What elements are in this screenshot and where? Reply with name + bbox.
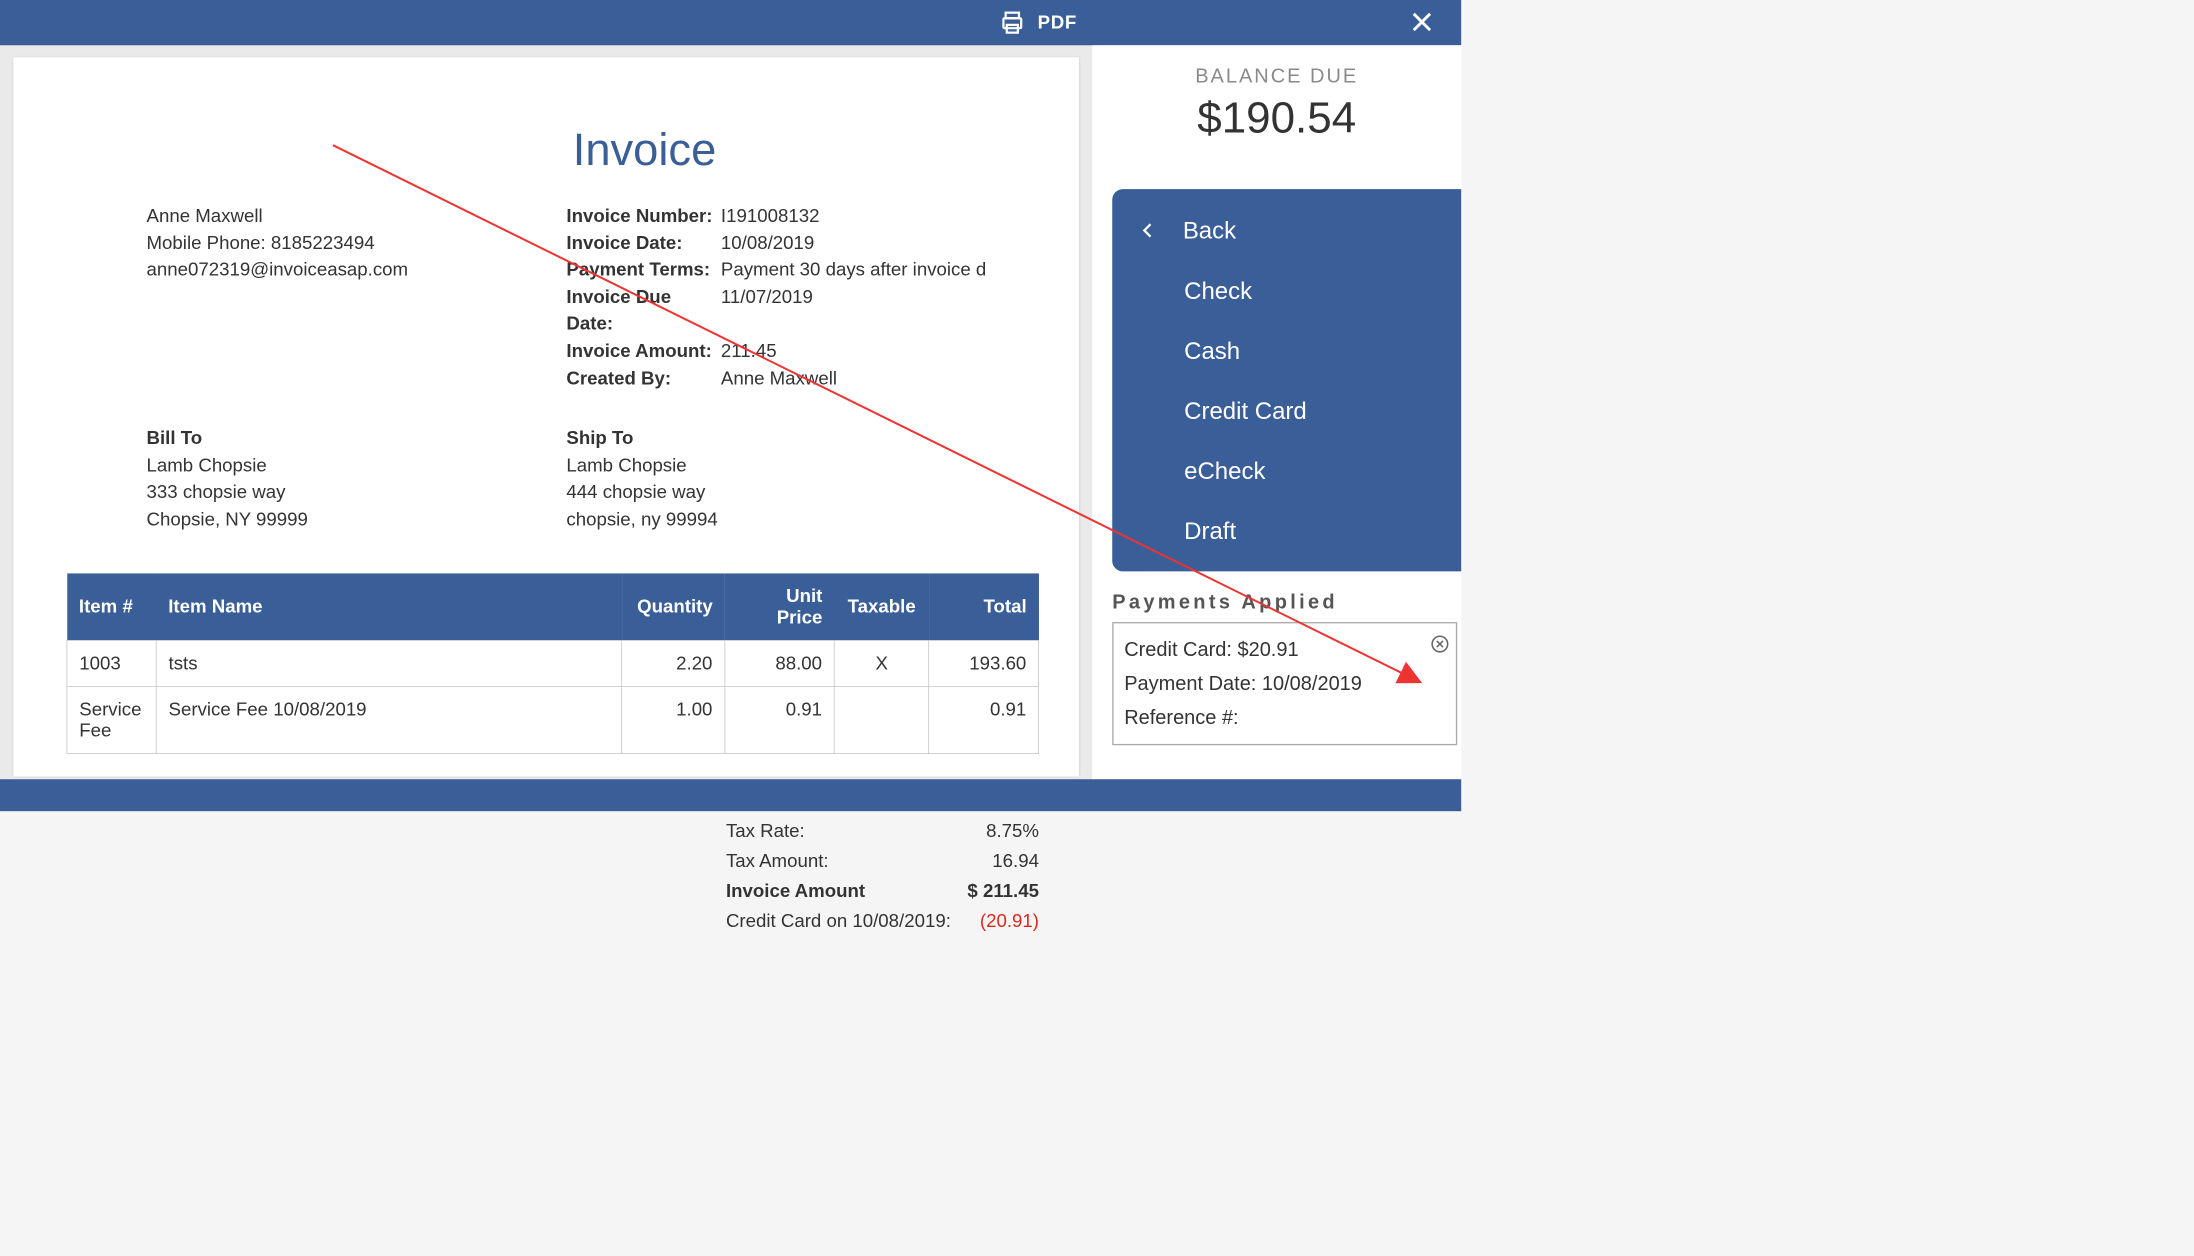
cell-quantity: 2.20 xyxy=(622,640,725,686)
menu-item-echeck[interactable]: eCheck xyxy=(1112,441,1461,501)
ship-to-title: Ship To xyxy=(566,425,1025,452)
tax-amount-label: Tax Amount: xyxy=(726,847,829,877)
meta-label: Invoice Date: xyxy=(566,229,721,256)
cell-item-no: Service Fee xyxy=(67,686,156,753)
bottom-bar xyxy=(0,779,1461,811)
cell-total: 0.91 xyxy=(929,686,1039,753)
cell-taxable xyxy=(834,686,929,753)
pdf-label: PDF xyxy=(1038,12,1077,33)
payment-line-value: (20.91) xyxy=(980,906,1039,936)
table-header-row: Item # Item Name Quantity Unit Price Tax… xyxy=(67,573,1039,640)
cell-item-name: tsts xyxy=(156,640,622,686)
close-button[interactable] xyxy=(1408,8,1436,39)
col-unit-price: Unit Price xyxy=(725,573,835,640)
pdf-button[interactable]: PDF xyxy=(999,9,1077,36)
col-total: Total xyxy=(929,573,1039,640)
invoice-meta-block: Invoice Number:I191008132 Invoice Date:1… xyxy=(566,202,1025,391)
col-item-no: Item # xyxy=(67,573,156,640)
tax-rate-label: Tax Rate: xyxy=(726,817,805,847)
payment-reference-line: Reference #: xyxy=(1124,701,1445,735)
invoice-date: 10/08/2019 xyxy=(721,229,1026,256)
table-row: 1003 tsts 2.20 88.00 X 193.60 xyxy=(67,640,1039,686)
created-by: Anne Maxwell xyxy=(721,365,1026,392)
cell-item-name: Service Fee 10/08/2019 xyxy=(156,686,622,753)
line-items-table: Item # Item Name Quantity Unit Price Tax… xyxy=(67,573,1039,753)
tax-amount-value: 16.94 xyxy=(992,847,1039,877)
delete-payment-button[interactable] xyxy=(1431,630,1450,664)
meta-label: Created By: xyxy=(566,365,721,392)
ship-to-city: chopsie, ny 99994 xyxy=(566,506,1025,533)
top-bar: PDF xyxy=(0,0,1461,45)
menu-item-credit-card[interactable]: Credit Card xyxy=(1112,381,1461,441)
cell-item-no: 1003 xyxy=(67,640,156,686)
ship-to-street: 444 chopsie way xyxy=(566,479,1025,506)
due-date: 11/07/2019 xyxy=(721,284,1026,338)
document-viewport: Invoice Anne Maxwell Mobile Phone: 81852… xyxy=(0,45,1092,779)
meta-label: Payment Terms: xyxy=(566,257,721,284)
invoice-document: Invoice Anne Maxwell Mobile Phone: 81852… xyxy=(13,57,1079,776)
menu-item-cash[interactable]: Cash xyxy=(1112,321,1461,381)
cell-unit-price: 88.00 xyxy=(725,640,835,686)
printer-icon xyxy=(999,9,1026,36)
payment-line-label: Credit Card on 10/08/2019: xyxy=(726,906,951,936)
sender-name: Anne Maxwell xyxy=(147,202,567,229)
sidebar: BALANCE DUE $190.54 Back Check Cash Cred… xyxy=(1092,45,1461,779)
bill-to-name: Lamb Chopsie xyxy=(147,452,567,479)
col-item-name: Item Name xyxy=(156,573,622,640)
menu-back-label: Back xyxy=(1183,216,1236,244)
menu-item-draft[interactable]: Draft xyxy=(1112,501,1461,561)
sender-phone: Mobile Phone: 8185223494 xyxy=(147,229,567,256)
meta-label: Invoice Amount: xyxy=(566,338,721,365)
bill-to-block: Bill To Lamb Chopsie 333 chopsie way Cho… xyxy=(147,425,567,533)
balance-due-amount: $190.54 xyxy=(1092,92,1461,143)
menu-item-check[interactable]: Check xyxy=(1112,261,1461,321)
ship-to-block: Ship To Lamb Chopsie 444 chopsie way cho… xyxy=(566,425,1025,533)
payment-applied-card: Credit Card: $20.91 Payment Date: 10/08/… xyxy=(1112,622,1457,745)
cell-unit-price: 0.91 xyxy=(725,686,835,753)
bill-to-street: 333 chopsie way xyxy=(147,479,567,506)
menu-back-button[interactable]: Back xyxy=(1112,200,1461,261)
main-area: Invoice Anne Maxwell Mobile Phone: 81852… xyxy=(0,45,1461,779)
bill-to-city: Chopsie, NY 99999 xyxy=(147,506,567,533)
ship-to-name: Lamb Chopsie xyxy=(566,452,1025,479)
cell-total: 193.60 xyxy=(929,640,1039,686)
bill-to-title: Bill To xyxy=(147,425,567,452)
invoice-number: I191008132 xyxy=(721,202,1026,229)
tax-rate-value: 8.75% xyxy=(986,817,1039,847)
payments-applied-title: Payments Applied xyxy=(1112,591,1461,614)
col-taxable: Taxable xyxy=(834,573,929,640)
payment-date-line: Payment Date: 10/08/2019 xyxy=(1124,667,1445,701)
table-row: Service Fee Service Fee 10/08/2019 1.00 … xyxy=(67,686,1039,753)
invoice-amount: 211.45 xyxy=(721,338,1026,365)
cell-taxable: X xyxy=(834,640,929,686)
meta-label: Invoice Due Date: xyxy=(566,284,721,338)
payment-line: Credit Card: $20.91 xyxy=(1124,633,1445,667)
payment-method-menu: Back Check Cash Credit Card eCheck Draft xyxy=(1112,189,1461,571)
cell-quantity: 1.00 xyxy=(622,686,725,753)
chevron-left-icon xyxy=(1139,216,1158,245)
payment-terms: Payment 30 days after invoice d xyxy=(721,257,1026,284)
meta-label: Invoice Number: xyxy=(566,202,721,229)
balance-due-label: BALANCE DUE xyxy=(1092,65,1461,88)
document-title: Invoice xyxy=(573,124,1026,176)
sender-block: Anne Maxwell Mobile Phone: 8185223494 an… xyxy=(147,202,567,391)
sender-email: anne072319@invoiceasap.com xyxy=(147,257,567,284)
invoice-amount-label: Invoice Amount xyxy=(726,876,865,906)
invoice-amount-value: $ 211.45 xyxy=(967,876,1039,906)
col-quantity: Quantity xyxy=(622,573,725,640)
